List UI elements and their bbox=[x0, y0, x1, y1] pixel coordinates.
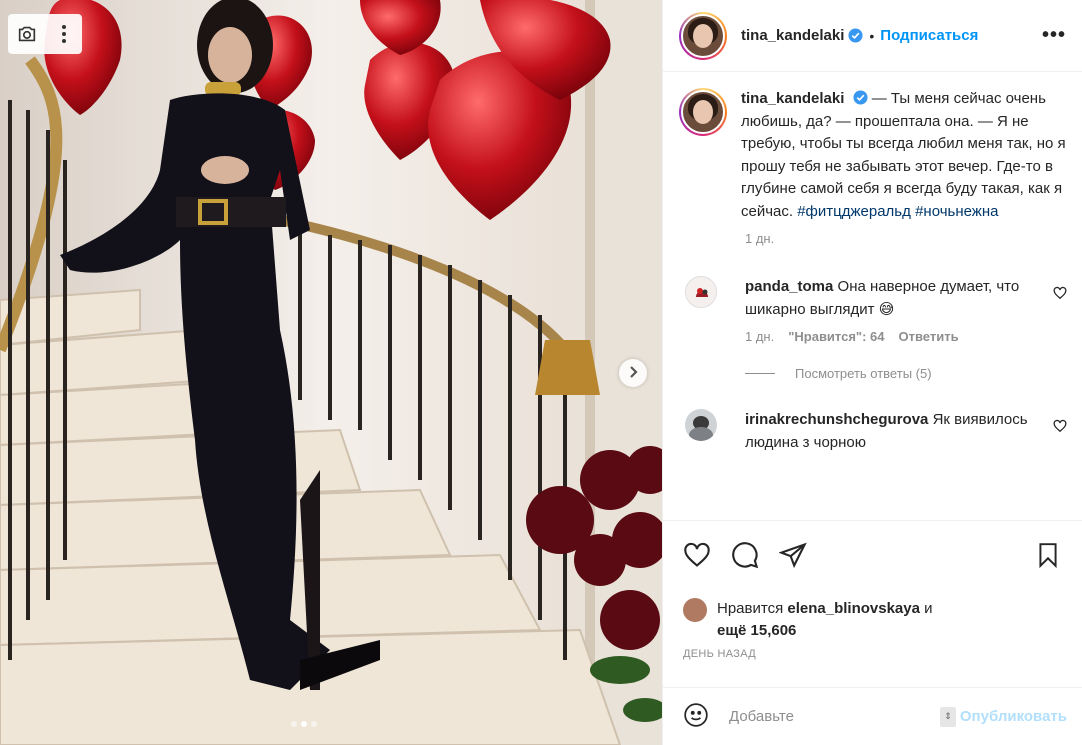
photo-toolbar bbox=[8, 14, 82, 54]
publish-button[interactable]: Опубликовать bbox=[960, 708, 1067, 725]
next-slide-button[interactable] bbox=[619, 359, 647, 387]
verified-badge-icon bbox=[853, 90, 868, 105]
liker-username[interactable]: elena_blinovskaya bbox=[787, 600, 920, 617]
comments-area[interactable]: tina_kandelaki — Ты меня сейчас очень лю… bbox=[663, 72, 1082, 520]
caption-time[interactable]: 1 дн. bbox=[745, 231, 774, 246]
hashtag-link[interactable]: #ночьнежна bbox=[915, 203, 998, 220]
caption-username[interactable]: tina_kandelaki bbox=[741, 90, 844, 107]
caption: tina_kandelaki — Ты меня сейчас очень лю… bbox=[679, 88, 1067, 223]
caption-meta: 1 дн. bbox=[745, 231, 1067, 246]
comment-bubble-icon[interactable] bbox=[731, 541, 759, 572]
post-timestamp[interactable]: ДЕНЬ НАЗАД bbox=[683, 648, 1067, 660]
comment-likes-count[interactable]: "Нравится": 64 bbox=[788, 329, 884, 344]
view-replies-button[interactable]: Посмотреть ответы (5) bbox=[745, 366, 1067, 381]
post-side-panel: tina_kandelaki • Подписаться ••• tina_ka… bbox=[662, 0, 1082, 745]
resize-handle-icon[interactable]: ⇕ bbox=[939, 706, 956, 727]
add-comment-bar: ⇕ Опубликовать bbox=[663, 687, 1082, 745]
bookmark-icon[interactable] bbox=[1035, 541, 1061, 572]
comment-item: irinakrechunshchegurova Як виявилось люд… bbox=[679, 409, 1067, 454]
verified-badge-icon bbox=[848, 28, 863, 43]
more-options-button[interactable]: ••• bbox=[1042, 24, 1066, 47]
carousel-dot-active[interactable] bbox=[301, 721, 307, 727]
chevron-right-icon bbox=[626, 365, 640, 382]
photo-scene bbox=[0, 0, 662, 745]
action-icons bbox=[683, 541, 1067, 572]
caption-avatar[interactable] bbox=[679, 88, 727, 136]
post-actions: Нравится elena_blinovskaya и ещё 15,606 … bbox=[663, 520, 1082, 660]
comment-like-icon[interactable] bbox=[1053, 286, 1067, 300]
author-avatar[interactable] bbox=[679, 11, 727, 60]
likes-summary: Нравится elena_blinovskaya и ещё 15,606 bbox=[683, 598, 1067, 642]
follow-button[interactable]: Подписаться bbox=[880, 27, 978, 44]
reply-button[interactable]: Ответить bbox=[899, 329, 959, 344]
comment-username[interactable]: irinakrechunshchegurova bbox=[745, 411, 928, 428]
vertical-dots-icon[interactable] bbox=[52, 22, 76, 46]
paper-plane-icon[interactable] bbox=[778, 541, 807, 572]
comment-item: panda_toma Она наверное думает, что шика… bbox=[679, 276, 1067, 321]
comment-input[interactable] bbox=[729, 708, 940, 725]
commenter-avatar[interactable] bbox=[685, 276, 717, 308]
likes-and: и bbox=[924, 600, 933, 617]
liker-avatar[interactable] bbox=[683, 598, 707, 622]
caption-text: — Ты меня сейчас очень любишь, да? — про… bbox=[741, 90, 1066, 220]
likes-count[interactable]: ещё 15,606 bbox=[717, 622, 796, 639]
carousel-dots bbox=[291, 721, 317, 727]
comment-like-icon[interactable] bbox=[1053, 419, 1067, 433]
comment-time[interactable]: 1 дн. bbox=[745, 329, 774, 344]
carousel-dot[interactable] bbox=[291, 721, 297, 727]
header-separator: • bbox=[869, 27, 875, 44]
smiley-icon[interactable] bbox=[683, 702, 709, 731]
post-header: tina_kandelaki • Подписаться ••• bbox=[663, 0, 1082, 72]
author-username[interactable]: tina_kandelaki bbox=[741, 27, 844, 44]
heart-icon[interactable] bbox=[683, 541, 711, 572]
commenter-avatar[interactable] bbox=[685, 409, 717, 441]
view-replies-label: Посмотреть ответы (5) bbox=[795, 366, 932, 381]
likes-prefix: Нравится bbox=[717, 600, 784, 617]
camera-icon[interactable] bbox=[15, 22, 39, 46]
comment-meta: 1 дн. "Нравится": 64 Ответить bbox=[745, 329, 1067, 344]
post-photo[interactable] bbox=[0, 0, 662, 745]
carousel-dot[interactable] bbox=[311, 721, 317, 727]
replies-divider bbox=[745, 373, 775, 374]
comment-username[interactable]: panda_toma bbox=[745, 278, 833, 295]
hashtag-link[interactable]: #фитцджеральд bbox=[797, 203, 911, 220]
